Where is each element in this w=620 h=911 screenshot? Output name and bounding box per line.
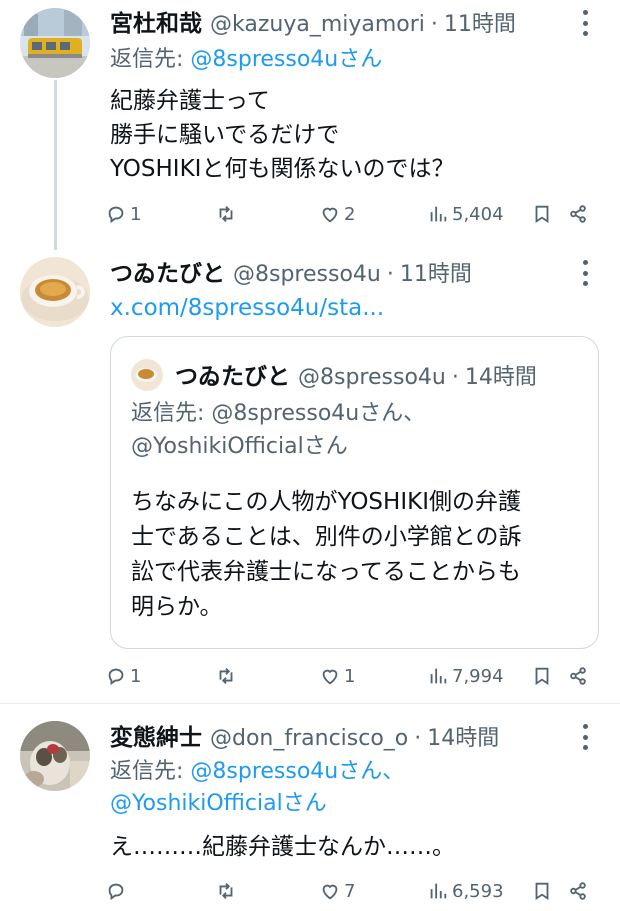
- avatar[interactable]: [20, 257, 90, 327]
- reply-to-label: 返信先:: [131, 401, 212, 426]
- separator-dot: ·: [430, 12, 438, 37]
- tweet-3[interactable]: 変態紳士 @don_francisco_o · 14時間 返信先: @8spre…: [0, 716, 620, 911]
- retweet-icon: [219, 206, 233, 222]
- like-count: 7: [344, 880, 356, 902]
- more-dots-icon[interactable]: [580, 10, 590, 36]
- text-line: ちなみにこの人物がYOSHIKI側の弁護: [131, 489, 521, 515]
- avatar[interactable]: [20, 8, 90, 78]
- share-icon: [570, 667, 586, 685]
- text-line: 紀藤弁護士って: [110, 88, 270, 114]
- quoted-handle: @8spresso4u: [298, 365, 446, 390]
- like-button[interactable]: 2: [319, 199, 355, 229]
- reply-to-label: 返信先:: [110, 47, 191, 72]
- timestamp[interactable]: 11時間: [400, 256, 472, 288]
- heart-icon: [322, 669, 338, 685]
- reply-mention: @8spresso4uさん、: [211, 401, 426, 426]
- reply-icon: [108, 668, 124, 686]
- quoted-display-name: つゐたびと: [175, 364, 290, 390]
- reply-mention: @YoshikiOfficialさん: [131, 434, 348, 459]
- reply-mention[interactable]: @YoshikiOfficialさん: [110, 788, 404, 820]
- quoted-timestamp: 14時間: [464, 365, 537, 390]
- share-button[interactable]: [567, 661, 589, 691]
- user-handle[interactable]: @8spresso4u: [233, 262, 381, 287]
- views-icon: [430, 883, 447, 899]
- like-count: 2: [344, 203, 356, 225]
- avatar[interactable]: [20, 721, 90, 791]
- reply-mention[interactable]: @8spresso4uさん: [190, 47, 382, 72]
- action-bar: 1 2 5,404: [105, 199, 600, 229]
- views-icon: [430, 668, 447, 684]
- tweet-divider: [0, 703, 620, 704]
- bookmark-button[interactable]: [531, 876, 553, 906]
- views-icon: [430, 206, 447, 222]
- reply-button[interactable]: [105, 876, 130, 906]
- quoted-tweet[interactable]: つゐたびと @8spresso4u · 14時間 返信先: @8spresso4…: [110, 336, 599, 649]
- heart-icon: [322, 884, 338, 900]
- tweet-text: え………紀藤弁護士なんか……。: [110, 830, 590, 864]
- thread-line: [54, 80, 57, 250]
- display-name[interactable]: 変態紳士: [110, 718, 202, 752]
- reply-icon: [108, 883, 124, 901]
- share-button[interactable]: [567, 199, 589, 229]
- retweet-icon: [219, 668, 233, 684]
- reply-mention[interactable]: @8spresso4uさん、: [190, 759, 404, 784]
- bookmark-icon: [535, 667, 549, 686]
- share-icon: [570, 882, 586, 900]
- text-line: 勝手に騒いでるだけで: [110, 122, 340, 148]
- more-dots-icon[interactable]: [580, 724, 590, 750]
- tweet-text: 紀藤弁護士って 勝手に騒いでるだけで YOSHIKIと何も関係ないのでは？: [110, 84, 590, 186]
- separator-dot: ·: [386, 262, 394, 287]
- reply-icon: [108, 206, 124, 224]
- bookmark-icon: [535, 205, 549, 224]
- text-line: え………紀藤弁護士なんか……。: [110, 834, 455, 860]
- reply-button[interactable]: 1: [105, 199, 141, 229]
- text-line: 士であることは、別件の小学館との訴: [131, 524, 522, 550]
- reply-count: 1: [130, 665, 142, 687]
- reply-to-line: 返信先: @8spresso4uさん、 @YoshikiOfficialさん: [110, 756, 404, 820]
- tweet-2[interactable]: つゐたびと @8spresso4u · 11時間 x.com/8spresso4…: [0, 252, 620, 702]
- separator-dot: ·: [451, 365, 459, 390]
- reply-count: 1: [130, 203, 142, 225]
- bookmark-button[interactable]: [531, 661, 553, 691]
- like-button[interactable]: 1: [319, 661, 355, 691]
- views-button[interactable]: 6,593: [427, 876, 504, 906]
- views-button[interactable]: 5,404: [427, 199, 504, 229]
- retweet-button[interactable]: [215, 199, 237, 229]
- share-button[interactable]: [567, 876, 589, 906]
- user-handle[interactable]: @kazuya_miyamori: [210, 12, 425, 37]
- like-button[interactable]: 7: [319, 876, 355, 906]
- text-line: 明らか。: [131, 594, 223, 620]
- tweet-1[interactable]: 宮杜和哉 @kazuya_miyamori · 11時間 返信先: @8spre…: [0, 0, 620, 250]
- heart-icon: [322, 207, 338, 223]
- quoted-text: ちなみにこの人物がYOSHIKI側の弁護 士であることは、別件の小学館との訴 訟…: [131, 485, 582, 625]
- retweet-button[interactable]: [215, 876, 237, 906]
- share-icon: [570, 205, 586, 223]
- bookmark-button[interactable]: [531, 199, 553, 229]
- reply-to-label: 返信先:: [110, 759, 191, 784]
- text-line: 訟で代表弁護士になってることからも: [131, 559, 521, 585]
- action-bar: 1 1 7,994: [105, 661, 600, 691]
- quoted-avatar: [131, 359, 163, 391]
- retweet-icon: [219, 883, 233, 899]
- timestamp[interactable]: 14時間: [427, 720, 499, 752]
- views-count: 7,994: [452, 665, 504, 687]
- reply-button[interactable]: 1: [105, 661, 141, 691]
- views-count: 5,404: [452, 203, 504, 225]
- bookmark-icon: [535, 882, 549, 901]
- display-name[interactable]: つゐたびと: [110, 254, 225, 288]
- views-count: 6,593: [452, 880, 504, 902]
- action-bar: 7 6,593: [105, 876, 600, 906]
- text-line: YOSHIKIと何も関係ないのでは？: [110, 156, 455, 182]
- quoted-reply-to: 返信先: @8spresso4uさん、 @YoshikiOfficialさん: [131, 397, 425, 463]
- views-button[interactable]: 7,994: [427, 661, 504, 691]
- timestamp[interactable]: 11時間: [444, 6, 516, 38]
- reply-to-line: 返信先: @8spresso4uさん: [110, 44, 382, 76]
- tweet-link[interactable]: x.com/8spresso4u/sta...: [110, 292, 384, 324]
- display-name[interactable]: 宮杜和哉: [110, 4, 202, 38]
- more-dots-icon[interactable]: [580, 260, 590, 286]
- user-handle[interactable]: @don_francisco_o: [210, 726, 408, 751]
- like-count: 1: [344, 665, 356, 687]
- separator-dot: ·: [414, 726, 422, 751]
- retweet-button[interactable]: [215, 661, 237, 691]
